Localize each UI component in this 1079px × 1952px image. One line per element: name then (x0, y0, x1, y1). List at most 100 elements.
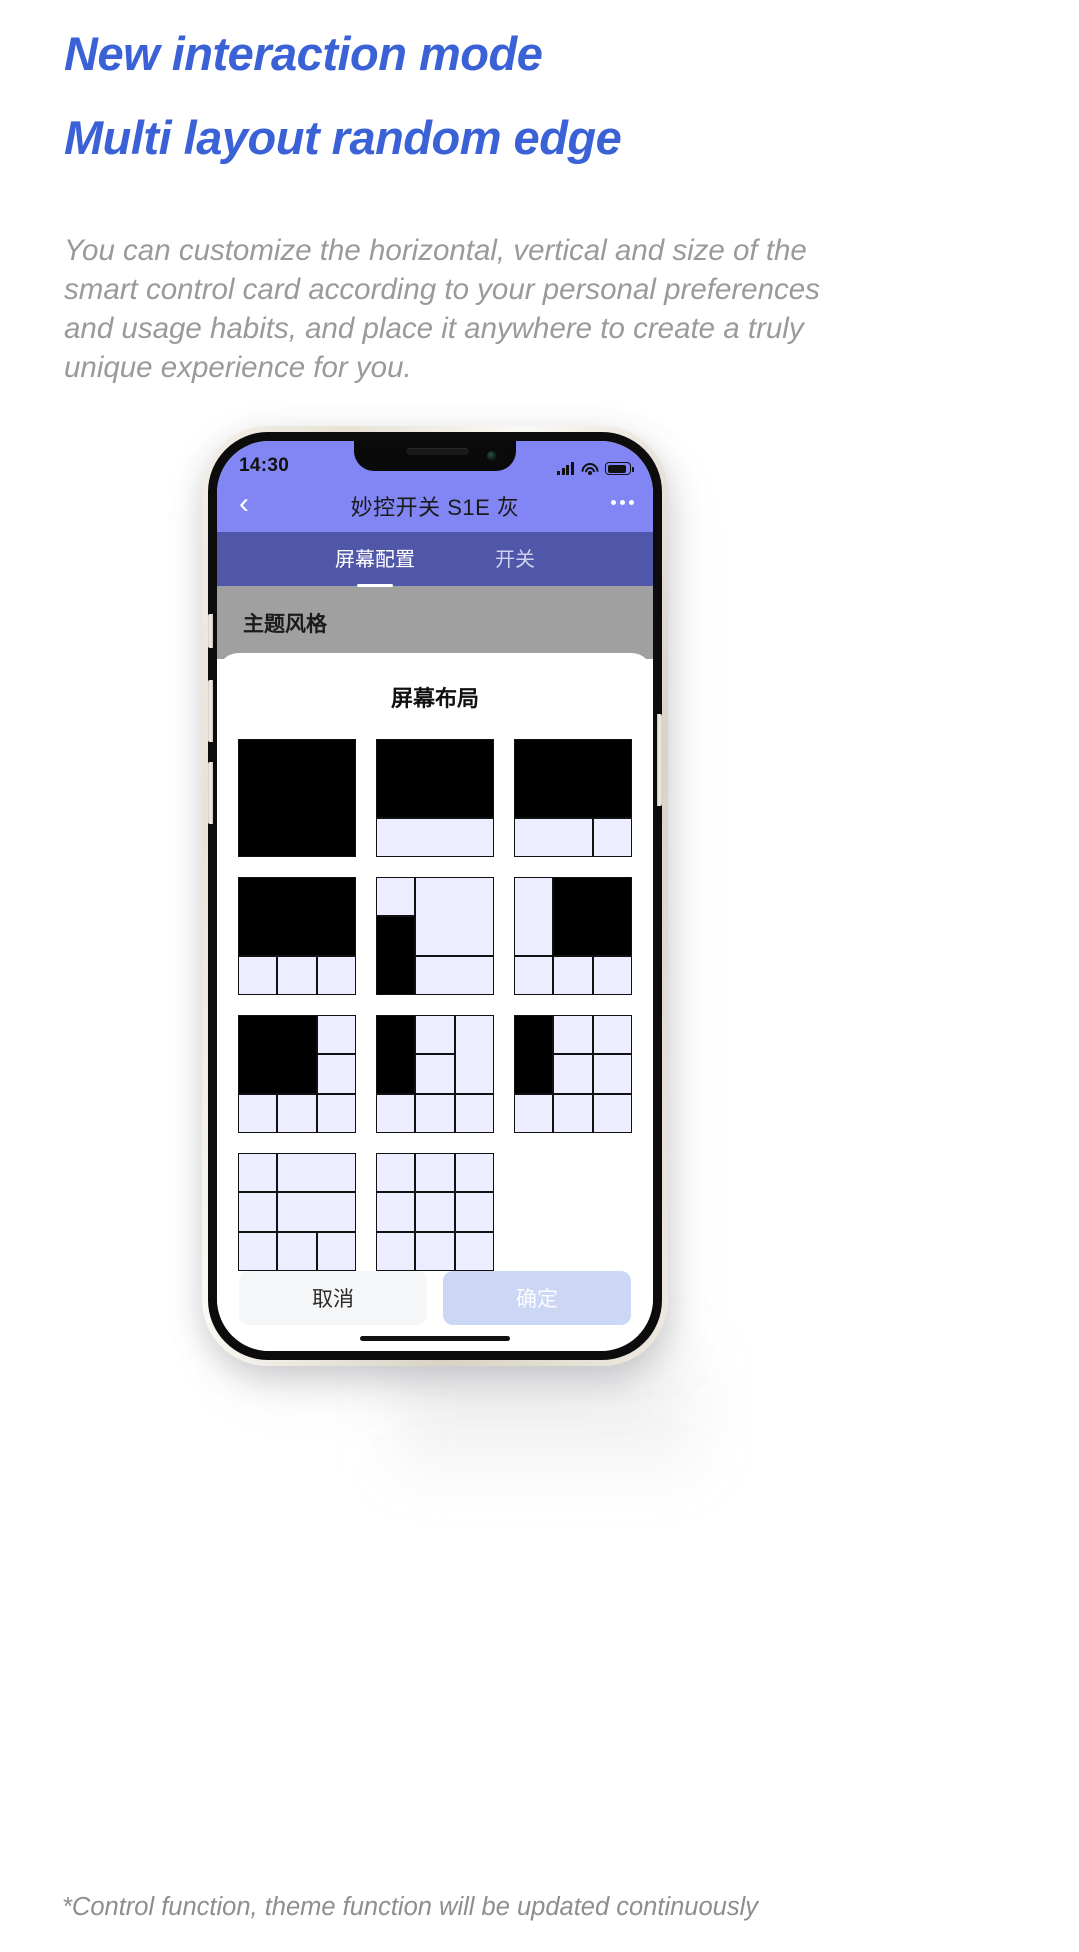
layout-cell (238, 1015, 317, 1094)
power-button[interactable] (657, 714, 662, 806)
layout-cell (415, 955, 494, 995)
layout-option-5[interactable] (376, 877, 494, 995)
layout-cell (514, 877, 554, 956)
silent-switch[interactable] (208, 614, 213, 648)
layout-option-10[interactable] (238, 1153, 356, 1271)
layout-cell (553, 1054, 593, 1094)
layout-cell (592, 1054, 632, 1094)
footer-note: *Control function, theme function will b… (62, 1893, 759, 1921)
layout-cell (376, 1231, 416, 1271)
layout-cell (376, 1192, 416, 1232)
layout-cell (454, 1192, 494, 1232)
status-time: 14:30 (239, 455, 290, 477)
layout-cell (553, 1093, 593, 1133)
layout-option-7[interactable] (238, 1015, 356, 1133)
screen-layout-sheet: 屏幕布局 取消 确定 (217, 653, 653, 1351)
home-indicator[interactable] (360, 1336, 510, 1341)
layout-cell (415, 877, 494, 956)
theme-style-section[interactable]: 主题风格 (217, 586, 653, 659)
headline-line-2: Multi layout random edge (64, 110, 622, 164)
layout-cell (454, 1093, 494, 1133)
status-indicators (557, 459, 634, 484)
layout-cell (553, 1015, 593, 1055)
layout-cell (316, 1015, 356, 1055)
layout-cell (592, 1015, 632, 1055)
layout-cell (592, 817, 632, 857)
volume-down-button[interactable] (208, 762, 213, 824)
layout-cell (592, 955, 632, 995)
layout-cell (553, 877, 632, 956)
layout-cell (415, 1054, 455, 1094)
layout-cell (277, 1093, 317, 1133)
confirm-button[interactable]: 确定 (443, 1271, 631, 1325)
tab-bar: 屏幕配置 开关 (217, 532, 653, 587)
layout-grid (217, 739, 653, 1271)
layout-cell (238, 877, 356, 956)
layout-option-8[interactable] (376, 1015, 494, 1133)
layout-option-3[interactable] (514, 739, 632, 857)
layout-cell (238, 739, 356, 857)
layout-cell (316, 1093, 356, 1133)
volume-up-button[interactable] (208, 680, 213, 742)
layout-cell (376, 916, 416, 995)
phone-shadow-ground (396, 1348, 696, 1468)
layout-option-9[interactable] (514, 1015, 632, 1133)
layout-cell (376, 877, 416, 917)
layout-cell (454, 1015, 494, 1094)
layout-cell (514, 955, 554, 995)
layout-cell (277, 1192, 356, 1232)
page-title: 妙控开关 S1E 灰 (350, 495, 520, 521)
app-root: 14:30 ‹ 妙控开关 S1E 灰 屏幕配置 开关 主题风格 屏幕布局 取消 … (217, 441, 653, 1351)
layout-cell (316, 1054, 356, 1094)
layout-cell (592, 1093, 632, 1133)
layout-cell (316, 1231, 356, 1271)
layout-cell (415, 1192, 455, 1232)
layout-option-4[interactable] (238, 877, 356, 995)
layout-cell (454, 1153, 494, 1193)
front-camera-icon (487, 451, 497, 461)
layout-option-6[interactable] (514, 877, 632, 995)
layout-cell (238, 955, 278, 995)
sheet-title: 屏幕布局 (390, 686, 479, 711)
phone-mockup: 14:30 ‹ 妙控开关 S1E 灰 屏幕配置 开关 主题风格 屏幕布局 取消 … (196, 418, 696, 1468)
layout-cell (415, 1015, 455, 1055)
layout-cell (238, 1093, 278, 1133)
phone-screen: 14:30 ‹ 妙控开关 S1E 灰 屏幕配置 开关 主题风格 屏幕布局 取消 … (217, 441, 653, 1351)
earpiece-speaker (406, 448, 469, 455)
theme-style-label: 主题风格 (243, 612, 327, 636)
headline-block: New interaction mode Multi layout random… (64, 12, 1014, 179)
layout-cell (277, 955, 317, 995)
layout-cell (514, 739, 632, 818)
notch (354, 441, 516, 471)
headline-line-1: New interaction mode (64, 27, 543, 80)
layout-option-2[interactable] (376, 739, 494, 857)
phone-body: 14:30 ‹ 妙控开关 S1E 灰 屏幕配置 开关 主题风格 屏幕布局 取消 … (208, 432, 662, 1360)
layout-cell (376, 739, 494, 818)
phone-frame: 14:30 ‹ 妙控开关 S1E 灰 屏幕配置 开关 主题风格 屏幕布局 取消 … (202, 426, 668, 1366)
layout-cell (376, 1015, 416, 1094)
layout-cell (415, 1093, 455, 1133)
description-paragraph: You can customize the horizontal, vertic… (64, 234, 820, 384)
layout-cell (376, 1093, 416, 1133)
layout-cell (376, 1153, 416, 1193)
battery-icon (605, 462, 634, 476)
tab-switch[interactable]: 开关 (495, 543, 535, 576)
cellular-signal-icon (557, 462, 574, 476)
tab-screen-config[interactable]: 屏幕配置 (335, 543, 415, 576)
layout-cell (238, 1192, 278, 1232)
layout-cell (376, 817, 494, 857)
layout-cell (316, 955, 356, 995)
layout-cell (514, 817, 593, 857)
layout-cell (454, 1231, 494, 1271)
layout-option-11[interactable] (376, 1153, 494, 1271)
wifi-icon (577, 459, 602, 484)
layout-cell (415, 1231, 455, 1271)
layout-option-1[interactable] (238, 739, 356, 857)
layout-cell (514, 1093, 554, 1133)
layout-cell (277, 1153, 356, 1193)
cancel-button[interactable]: 取消 (239, 1271, 427, 1325)
nav-bar: ‹ 妙控开关 S1E 灰 (217, 480, 653, 533)
layout-cell (415, 1153, 455, 1193)
layout-cell (514, 1015, 554, 1094)
layout-cell (238, 1231, 278, 1271)
